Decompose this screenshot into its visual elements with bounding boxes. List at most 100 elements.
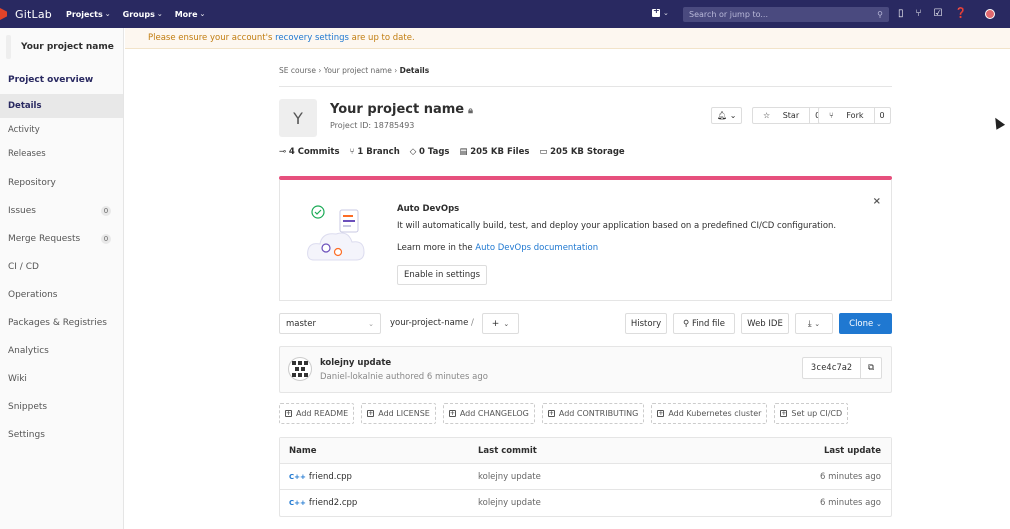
add-file-buttons: + Add README + Add LICENSE + Add CHANGELOG … xyxy=(279,403,849,424)
page-title: Your project name 🔒︎ xyxy=(330,102,473,117)
nav-more-label: More xyxy=(174,9,198,19)
add-readme-button[interactable]: + Add README xyxy=(279,403,355,424)
nav-more[interactable]: More ⌄ xyxy=(175,10,206,19)
add-kubernetes-button[interactable]: + Add Kubernetes cluster xyxy=(651,403,768,424)
download-icon: ⤓ xyxy=(807,318,812,329)
sidebar-item-analytics[interactable]: Analytics xyxy=(0,337,123,365)
nav-groups[interactable]: Groups ⌄ xyxy=(123,10,163,19)
sidebar-item-label: Details xyxy=(8,101,42,111)
nav-projects[interactable]: Projects ⌄ xyxy=(66,10,111,19)
add-contributing-button[interactable]: + Add CONTRIBUTING xyxy=(541,403,645,424)
file-name[interactable]: friend.cpp xyxy=(309,472,352,482)
copy-icon[interactable]: ⧉ xyxy=(861,358,881,378)
sidebar-item-project-overview[interactable]: Project overview xyxy=(0,66,123,94)
close-icon[interactable]: × xyxy=(873,196,881,207)
add-license-button[interactable]: + Add LICENSE xyxy=(361,403,436,424)
branch-icon: ⑂ xyxy=(349,147,355,157)
user-avatar[interactable] xyxy=(984,8,995,19)
search-icon: ⚲ xyxy=(877,10,883,19)
table-header: Name Last commit Last update xyxy=(280,438,891,464)
recovery-settings-link[interactable]: recovery settings xyxy=(275,33,349,43)
repo-path-name[interactable]: your-project-name xyxy=(390,318,468,328)
commit-author: Daniel-lokalnie authored 6 minutes ago xyxy=(320,372,488,382)
find-file-button[interactable]: ⚲ Find file xyxy=(673,313,735,334)
last-commit-panel: kolejny update Daniel-lokalnie authored … xyxy=(279,346,892,393)
file-last-commit[interactable]: kolejny update xyxy=(478,498,728,508)
sidebar-item-label: Settings xyxy=(8,430,45,440)
sidebar-item-snippets[interactable]: Snippets xyxy=(0,393,123,421)
merge-request-icon[interactable]: ⑂ xyxy=(916,8,922,19)
alert-text-post: are up to date. xyxy=(351,33,415,43)
setup-cicd-button[interactable]: + Set up CI/CD xyxy=(774,403,849,424)
issues-icon[interactable]: ▯ xyxy=(898,8,904,19)
sidebar-item-label: Merge Requests xyxy=(8,234,81,244)
find-file-label: Find file xyxy=(691,318,725,329)
plus-square-icon: + xyxy=(657,410,665,417)
file-last-update: 6 minutes ago xyxy=(819,471,881,482)
sidebar-item-settings[interactable]: Settings xyxy=(0,421,123,449)
download-dropdown[interactable]: ⤓ ⌄ xyxy=(795,313,833,334)
todos-icon[interactable]: ☑ xyxy=(934,8,943,19)
breadcrumb-se-course[interactable]: SE course xyxy=(279,66,316,75)
tags-stat[interactable]: ◇ 0 Tags xyxy=(410,147,450,157)
file-name[interactable]: friend2.cpp xyxy=(309,498,357,508)
add-changelog-button[interactable]: + Add CHANGELOG xyxy=(442,403,535,424)
commit-sha[interactable]: 3ce4c7a2 xyxy=(803,358,861,378)
sidebar-subitem-releases[interactable]: Releases xyxy=(0,142,123,166)
sidebar-item-label: Wiki xyxy=(8,374,27,384)
clone-button[interactable]: Clone ⌄ xyxy=(839,313,892,334)
table-row[interactable]: C++ friend2.cpp kolejny update 6 minutes … xyxy=(280,490,891,516)
storage-stat[interactable]: ▭ 205 KB Storage xyxy=(539,147,624,157)
star-icon: ☆ xyxy=(763,111,771,120)
sidebar-subitem-details[interactable]: Details xyxy=(0,94,123,118)
sidebar-item-label: Operations xyxy=(8,290,58,300)
branch-name: master xyxy=(286,318,316,329)
table-row[interactable]: C++ friend.cpp kolejny update 6 minutes a… xyxy=(280,464,891,490)
breadcrumb-project[interactable]: Your project name xyxy=(324,66,392,75)
sidebar-item-wiki[interactable]: Wiki xyxy=(0,365,123,393)
files-stat[interactable]: ▤ 205 KB Files xyxy=(459,147,529,157)
enable-in-settings-button[interactable]: Enable in settings xyxy=(397,265,488,285)
add-file-dropdown[interactable]: + ⌄ xyxy=(482,313,519,334)
project-avatar-placeholder xyxy=(6,35,11,59)
branch-select[interactable]: master ⌄ xyxy=(279,313,381,334)
history-button[interactable]: History xyxy=(625,313,667,334)
sidebar-item-label: Analytics xyxy=(8,346,49,356)
commits-stat[interactable]: ⊸ 4 Commits xyxy=(279,147,340,157)
plus-icon: + xyxy=(491,318,500,329)
new-dropdown-button[interactable]: ⌄ xyxy=(652,6,669,17)
recovery-settings-alert: Please ensure your account's recovery se… xyxy=(125,28,1010,49)
star-button[interactable]: ☆ Star 0 xyxy=(752,107,827,124)
sidebar: Your project name Project overview Detai… xyxy=(0,28,124,529)
sidebar-subitem-activity[interactable]: Activity xyxy=(0,118,123,142)
sidebar-item-repository[interactable]: Repository xyxy=(0,169,123,197)
notification-dropdown[interactable]: 🔔︎ ⌄ xyxy=(711,107,743,124)
devops-docs-link[interactable]: Auto DevOps documentation xyxy=(475,243,598,253)
branch-stat[interactable]: ⑂ 1 Branch xyxy=(350,147,400,157)
commit-sha-group: 3ce4c7a2 ⧉ xyxy=(802,357,882,379)
search-input[interactable]: Search or jump to... ⚲ xyxy=(683,7,889,22)
sidebar-item-packages[interactable]: Packages & Registries xyxy=(0,309,123,337)
breadcrumb-details[interactable]: Details xyxy=(400,66,430,75)
tags-count: 0 Tags xyxy=(419,147,450,157)
file-tree-table: Name Last commit Last update C++ friend.c… xyxy=(279,437,892,517)
alert-text-pre: Please ensure your account's xyxy=(148,33,273,43)
sidebar-item-label: Packages & Registries xyxy=(8,318,107,328)
web-ide-button[interactable]: Web IDE xyxy=(741,313,789,334)
sidebar-project-header[interactable]: Your project name xyxy=(0,28,123,66)
fork-count[interactable]: 0 xyxy=(873,108,890,123)
sidebar-item-operations[interactable]: Operations xyxy=(0,281,123,309)
author-avatar[interactable] xyxy=(288,357,312,381)
fork-button[interactable]: ⑂ Fork 0 xyxy=(818,107,891,124)
sidebar-item-issues[interactable]: Issues 0 xyxy=(0,197,123,225)
plus-square-icon: + xyxy=(367,410,375,417)
commit-title[interactable]: kolejny update xyxy=(320,358,391,368)
file-last-commit[interactable]: kolejny update xyxy=(478,472,728,482)
sidebar-item-merge-requests[interactable]: Merge Requests 0 xyxy=(0,225,123,253)
logo-text: GitLab xyxy=(15,7,52,21)
file-icon: ▤ xyxy=(459,147,468,157)
help-icon[interactable]: ❓ xyxy=(954,8,966,19)
sidebar-item-ci-cd[interactable]: CI / CD xyxy=(0,253,123,281)
gitlab-logo[interactable]: GitLab xyxy=(0,8,52,21)
sidebar-project-name: Your project name xyxy=(21,42,114,52)
